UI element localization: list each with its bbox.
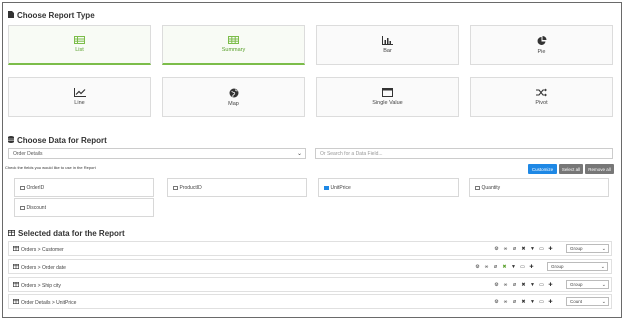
- gear-icon[interactable]: ⚙: [494, 299, 499, 305]
- move-icon[interactable]: ✚: [529, 264, 534, 270]
- close-icon[interactable]: ✖: [521, 299, 526, 305]
- checkbox-checked[interactable]: [324, 185, 329, 190]
- eye-slash-icon[interactable]: ø: [493, 264, 498, 270]
- table-icon: [8, 229, 15, 238]
- move-icon[interactable]: ✚: [548, 282, 553, 288]
- filter-icon[interactable]: ▼: [530, 246, 535, 252]
- report-type-bar[interactable]: Bar: [316, 25, 459, 65]
- selected-row-order-date[interactable]: Orders > Order date ⚙ ∞ ø ✖ ▼ ▭ ✚ Group …: [8, 259, 612, 274]
- table-icon: [13, 282, 20, 289]
- data-source-select[interactable]: Order Details ⌄: [8, 148, 306, 159]
- link-icon[interactable]: ∞: [503, 282, 508, 288]
- gear-icon[interactable]: ⚙: [475, 264, 480, 270]
- selected-row-customer[interactable]: Orders > Customer ⚙ ∞ ø ✖ ▼ ▭ ✚ Group ⌄: [8, 241, 612, 256]
- aggregate-select[interactable]: Count ⌄: [566, 297, 609, 306]
- table-icon: [13, 299, 20, 306]
- trash-icon[interactable]: ▭: [539, 282, 544, 288]
- field-productid[interactable]: ProductID: [167, 178, 307, 197]
- move-icon[interactable]: ✚: [548, 246, 553, 252]
- checkbox[interactable]: [173, 185, 178, 190]
- report-type-list[interactable]: List: [8, 25, 151, 65]
- shuffle-icon: [536, 88, 547, 97]
- chevron-down-icon: ⌄: [601, 298, 606, 305]
- gear-icon[interactable]: ⚙: [494, 282, 499, 288]
- document-icon: [8, 11, 14, 20]
- selected-data-heading: Selected data for the Report: [8, 229, 125, 238]
- report-type-single-value[interactable]: Single Value: [316, 77, 459, 117]
- filter-icon[interactable]: ▼: [530, 282, 535, 288]
- close-icon[interactable]: ✖: [521, 282, 526, 288]
- table-icon: [13, 264, 20, 271]
- report-type-map[interactable]: Map: [162, 77, 305, 117]
- eye-slash-icon[interactable]: ø: [512, 299, 517, 305]
- selected-row-ship-city[interactable]: Orders > Ship city ⚙ ∞ ø ✖ ▼ ▭ ✚ Group ⌄: [8, 277, 612, 292]
- database-icon: [8, 136, 14, 145]
- select-all-button[interactable]: Select all: [559, 164, 583, 174]
- field-unitprice[interactable]: UnitPrice: [318, 178, 459, 197]
- trash-icon[interactable]: ▭: [520, 264, 525, 270]
- eye-slash-icon[interactable]: ø: [512, 246, 517, 252]
- report-type-summary[interactable]: Summary: [162, 25, 305, 65]
- close-icon[interactable]: ✖: [502, 264, 507, 270]
- report-type-line[interactable]: Line: [8, 77, 151, 117]
- window-icon: [382, 88, 393, 97]
- report-type-pivot[interactable]: Pivot: [470, 77, 613, 117]
- choose-data-heading: Choose Data for Report: [8, 136, 107, 145]
- grid-table-icon: [228, 36, 239, 44]
- chevron-down-icon: ⌄: [601, 245, 606, 252]
- aggregate-select[interactable]: Group ⌄: [566, 244, 609, 253]
- checkbox[interactable]: [20, 205, 25, 210]
- field-discount[interactable]: Discount: [14, 198, 154, 217]
- checkbox[interactable]: [20, 185, 25, 190]
- aggregate-select[interactable]: Group ⌄: [566, 280, 609, 289]
- link-icon[interactable]: ∞: [503, 246, 508, 252]
- selected-row-unitprice[interactable]: Order Details > UnitPrice ⚙ ∞ ø ✖ ▼ ▭ ✚ …: [8, 294, 612, 309]
- chevron-down-icon: ⌄: [601, 281, 606, 288]
- table-icon: [13, 246, 20, 253]
- trash-icon[interactable]: ▭: [539, 299, 544, 305]
- filter-icon[interactable]: ▼: [530, 299, 535, 305]
- field-orderid[interactable]: OrderID: [14, 178, 154, 197]
- field-hint-text: Check the fields you would like to use i…: [5, 165, 96, 170]
- report-type-heading: Choose Report Type: [8, 11, 95, 20]
- trash-icon[interactable]: ▭: [539, 246, 544, 252]
- table-icon: [74, 36, 85, 44]
- customize-button[interactable]: Customize: [528, 164, 557, 174]
- line-chart-icon: [73, 88, 86, 97]
- report-type-pie[interactable]: Pie: [470, 25, 613, 65]
- close-icon[interactable]: ✖: [521, 246, 526, 252]
- field-quantity[interactable]: Quantity: [469, 178, 609, 197]
- checkbox[interactable]: [475, 185, 480, 190]
- bar-chart-icon: [382, 36, 393, 45]
- eye-slash-icon[interactable]: ø: [512, 282, 517, 288]
- move-icon[interactable]: ✚: [548, 299, 553, 305]
- filter-icon[interactable]: ▼: [511, 264, 516, 270]
- globe-icon: [229, 88, 239, 98]
- remove-all-button[interactable]: Remove all: [585, 164, 614, 174]
- chevron-down-icon: ⌄: [600, 263, 605, 270]
- aggregate-select[interactable]: Group ⌄: [547, 262, 608, 271]
- link-icon[interactable]: ∞: [484, 264, 489, 270]
- gear-icon[interactable]: ⚙: [494, 246, 499, 252]
- pie-chart-icon: [537, 35, 547, 46]
- field-search-input[interactable]: Or Search for a Data Field...: [315, 148, 613, 159]
- chevron-down-icon: ⌄: [296, 151, 302, 157]
- link-icon[interactable]: ∞: [503, 299, 508, 305]
